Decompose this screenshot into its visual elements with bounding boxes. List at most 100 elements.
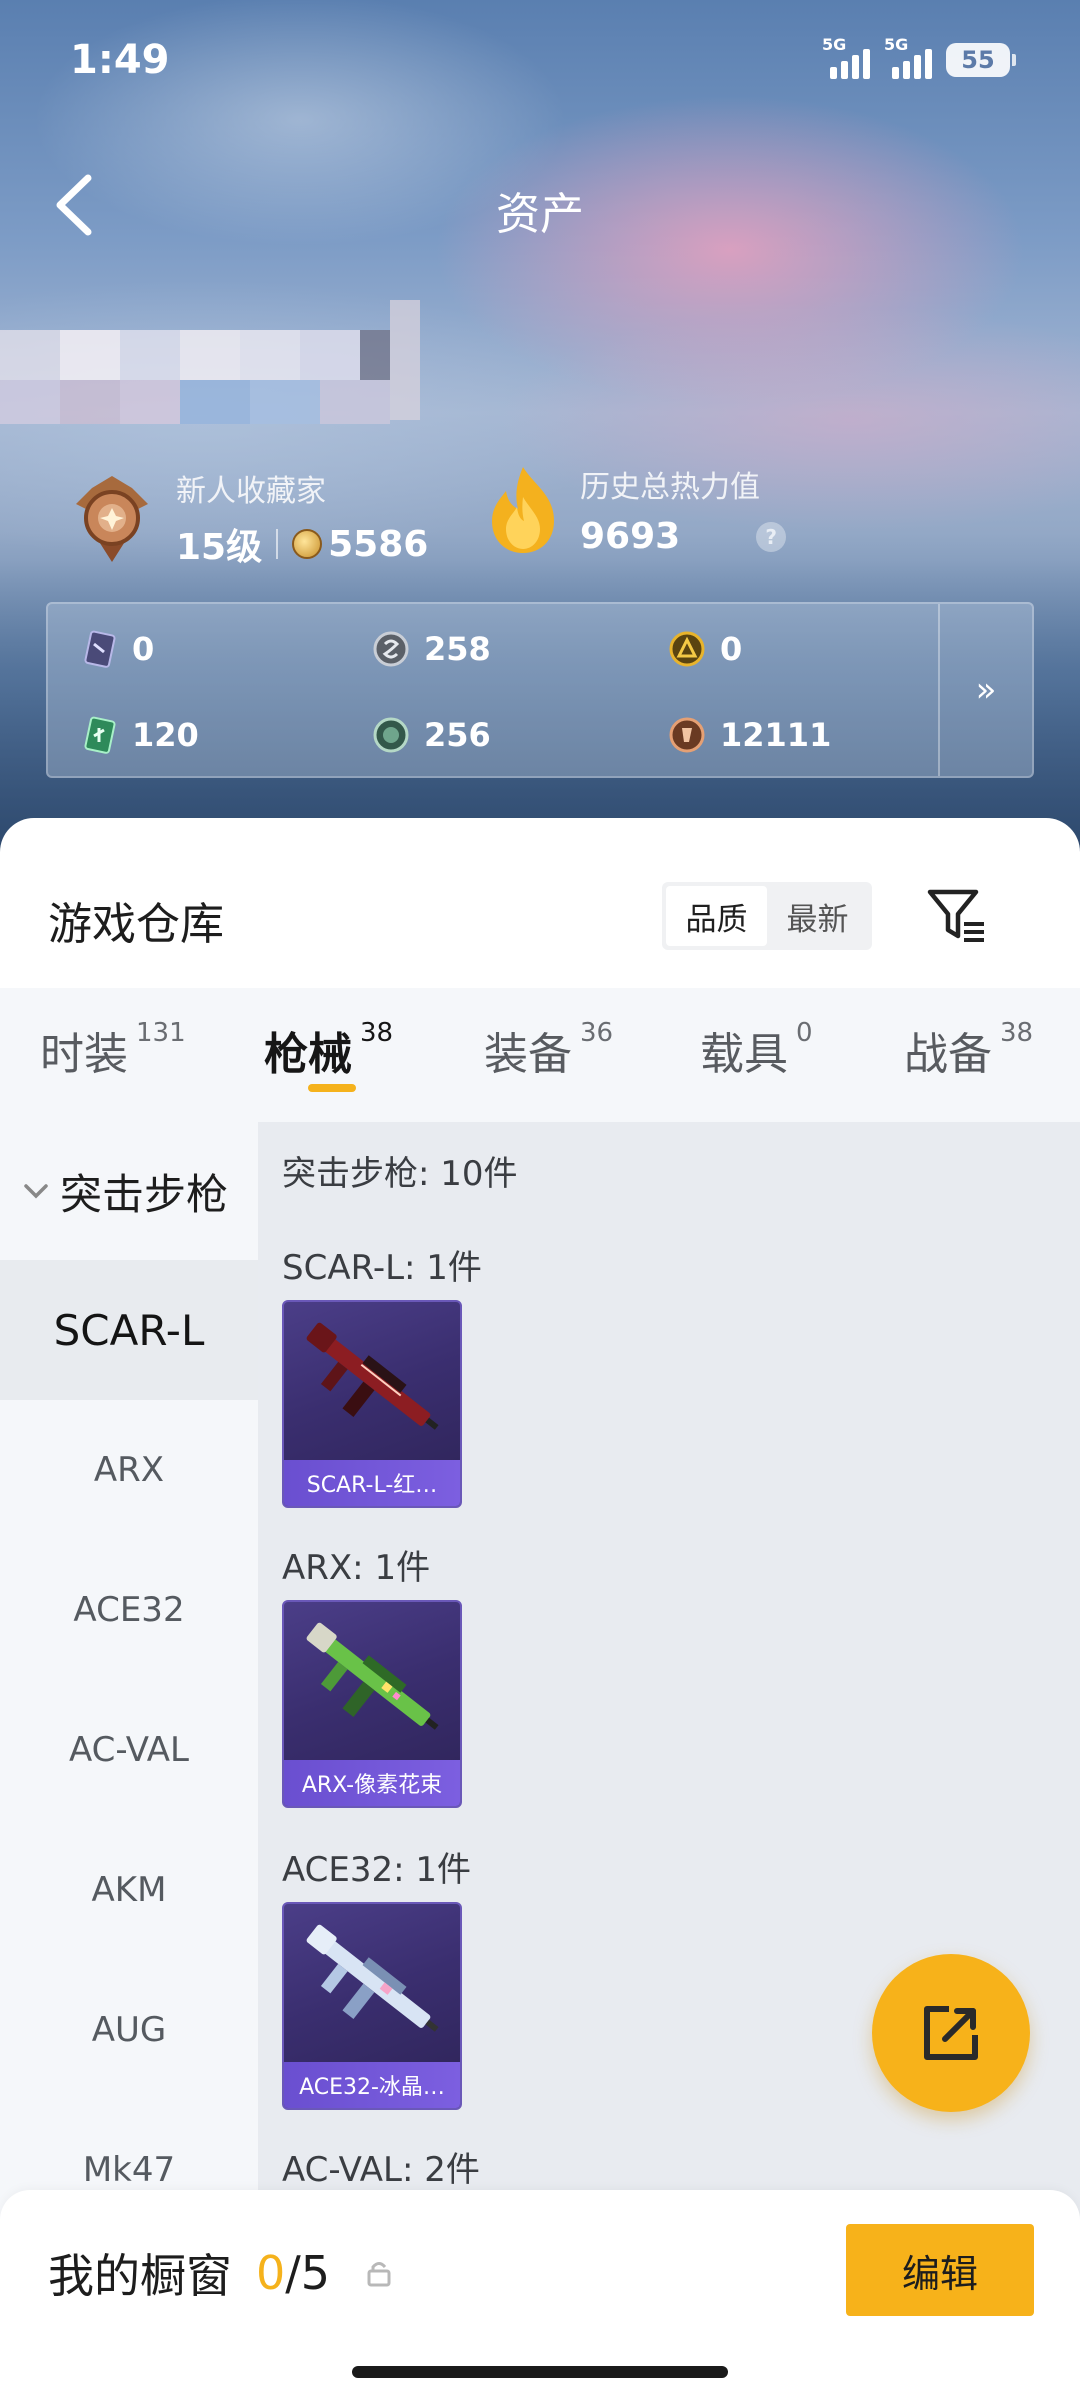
censored-username <box>0 290 420 440</box>
nav-item-ac-val[interactable]: AC-VAL <box>0 1680 258 1820</box>
currency-item: 0 <box>668 630 742 668</box>
nav-item-ace32[interactable]: ACE32 <box>0 1540 258 1680</box>
weapon-card[interactable]: SCAR-L-红… <box>282 1300 462 1508</box>
currency-value: 0 <box>720 630 743 668</box>
coin-icon <box>292 529 323 559</box>
heat-value: 9693 <box>580 516 681 557</box>
showcase-label: 我的橱窗 <box>48 2249 232 2303</box>
filter-icon[interactable] <box>926 884 988 946</box>
hero-background: 1:49 5G 5G 55 资产 新人收藏家 15级 5586 历史总热力值 9… <box>0 0 1080 860</box>
collector-medal-icon <box>76 476 148 562</box>
showcase-total: /5 <box>285 2246 331 2300</box>
page-title: 资产 <box>496 189 584 240</box>
tab-count: 38 <box>1000 1018 1034 1048</box>
nav-item-aug[interactable]: AUG <box>0 1960 258 2100</box>
rifle-icon <box>306 1622 439 1730</box>
share-button[interactable] <box>872 1954 1030 2112</box>
divider <box>276 529 279 559</box>
battery-icon: 55 <box>946 43 1016 77</box>
weapon-card-name: SCAR-L-红… <box>284 1460 460 1506</box>
weapon-card-name: ARX-像素花束 <box>284 1760 460 1806</box>
category-header[interactable]: 突击步枪 <box>0 1122 258 1260</box>
tab-equipment[interactable]: 装备 36 <box>484 1018 613 1082</box>
rifle-icon <box>306 1322 439 1430</box>
tab-count: 0 <box>796 1018 813 1048</box>
currency-value: 120 <box>132 716 199 754</box>
currency-value: 12111 <box>720 716 832 754</box>
warehouse-sheet: 游戏仓库 品质 最新 时装 131 枪械 38 装备 36 载具 0 战备 38 <box>0 818 1080 2400</box>
bronze-coin-icon <box>669 717 705 753</box>
warehouse-title: 游戏仓库 <box>48 899 224 950</box>
green-ticket-icon <box>84 716 116 754</box>
collector-level: 新人收藏家 15级 5586 <box>70 466 428 570</box>
help-icon[interactable]: ? <box>756 521 787 552</box>
rifle-icon <box>306 1924 439 2032</box>
status-icons: 5G 5G 55 <box>822 35 1016 79</box>
weapon-card[interactable]: ARX-像素花束 <box>282 1600 462 1808</box>
tab-count: 131 <box>136 1018 186 1048</box>
tab-supplies[interactable]: 战备 38 <box>904 1018 1033 1082</box>
coin-value: 5586 <box>328 523 429 565</box>
tab-label: 时装 <box>40 1029 128 1080</box>
green-coin-icon <box>373 717 409 753</box>
silver-coin-icon <box>373 631 409 667</box>
tab-label: 载具 <box>700 1029 788 1080</box>
sort-quality[interactable]: 品质 <box>666 886 767 946</box>
active-tab-indicator <box>308 1084 356 1092</box>
sort-toggle: 品质 最新 <box>662 882 872 950</box>
edit-button[interactable]: 编辑 <box>846 2224 1034 2316</box>
weapon-card[interactable]: ACE32-冰晶… <box>282 1902 462 2110</box>
category-summary: 突击步枪: 10件 <box>282 1154 518 1194</box>
weapon-card-name: ACE32-冰晶… <box>284 2062 460 2108</box>
gold-emblem-icon <box>669 631 705 667</box>
currency-item: 256 <box>372 716 491 754</box>
tab-label: 枪械 <box>264 1029 352 1080</box>
showcase: 我的橱窗 0/5 <box>48 2240 394 2306</box>
tab-count: 38 <box>360 1018 394 1048</box>
heat-label: 历史总热力值 <box>580 470 760 505</box>
home-indicator[interactable] <box>352 2366 728 2378</box>
group-label: AC-VAL: 2件 <box>282 2150 480 2190</box>
network-type: 5G <box>822 35 847 54</box>
currency-item: 120 <box>80 716 199 754</box>
currency-value: 0 <box>132 630 155 668</box>
signal-icon-2: 5G <box>884 35 932 79</box>
tab-label: 装备 <box>484 1029 572 1080</box>
tab-weapons[interactable]: 枪械 38 <box>264 1018 393 1082</box>
sort-newest[interactable]: 最新 <box>767 886 868 946</box>
currency-item: 258 <box>372 630 491 668</box>
group-label: SCAR-L: 1件 <box>282 1248 482 1288</box>
tab-count: 36 <box>580 1018 614 1048</box>
group-label: ARX: 1件 <box>282 1548 431 1588</box>
flame-icon <box>492 466 554 553</box>
showcase-bar: 我的橱窗 0/5 编辑 <box>0 2190 1080 2400</box>
status-time: 1:49 <box>70 37 170 83</box>
network-type-2: 5G <box>884 35 909 54</box>
category-tabs: 时装 131 枪械 38 装备 36 载具 0 战备 38 <box>0 988 1080 1122</box>
tab-fashion[interactable]: 时装 131 <box>40 1018 186 1082</box>
currency-panel[interactable]: 0 258 0 120 256 12111 » <box>46 602 1034 778</box>
currency-more-button[interactable]: » <box>938 604 1032 776</box>
level-value: 15级 <box>176 527 263 568</box>
group-label: ACE32: 1件 <box>282 1850 472 1890</box>
nav-item-scar-l[interactable]: SCAR-L <box>0 1260 258 1400</box>
showcase-count: 0/5 <box>256 2246 330 2300</box>
currency-item: 12111 <box>668 716 831 754</box>
currency-value: 256 <box>424 716 491 754</box>
nav-item-akm[interactable]: AKM <box>0 1820 258 1960</box>
chevron-down-icon <box>24 1184 48 1199</box>
signal-icon: 5G <box>822 35 870 79</box>
share-icon <box>924 2006 978 2060</box>
tab-label: 战备 <box>904 1029 992 1080</box>
level-title: 新人收藏家 <box>176 474 326 509</box>
heat-stats: 历史总热力值 9693 ? <box>484 462 787 557</box>
nav-item-arx[interactable]: ARX <box>0 1400 258 1540</box>
showcase-current: 0 <box>256 2246 286 2300</box>
lock-icon <box>367 2262 391 2287</box>
status-bar: 1:49 5G 5G 55 <box>70 32 1016 88</box>
card-ticket-icon <box>84 630 116 668</box>
tab-vehicles[interactable]: 载具 0 <box>700 1018 813 1082</box>
currency-value: 258 <box>424 630 491 668</box>
category-title: 突击步枪 <box>60 1169 229 1219</box>
currency-item: 0 <box>80 630 154 668</box>
